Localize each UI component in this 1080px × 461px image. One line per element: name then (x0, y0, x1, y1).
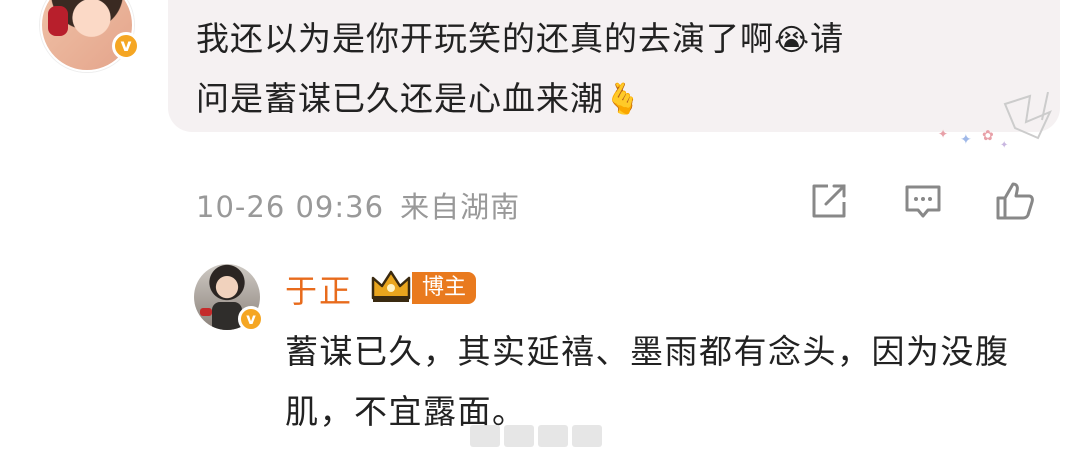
heart-hand-emoji: 🫰 (604, 82, 643, 117)
crying-face-emoji: 😭 (774, 22, 811, 58)
comment-location: 来自湖南 (400, 190, 521, 224)
share-icon[interactable] (808, 180, 850, 222)
avatar-red-detail (200, 308, 212, 316)
svg-text:✦: ✦ (1000, 140, 1008, 151)
blogger-badge: 博主 (412, 272, 477, 304)
crown-icon (371, 270, 411, 302)
comment-text-line1-tail: 请 (810, 19, 845, 58)
bubble-decoration-icon: ✦ ✦ ✿ ✦ (938, 92, 1052, 151)
avatar-hand-detail (48, 6, 68, 36)
like-icon[interactable] (994, 180, 1036, 222)
watermark-block (572, 425, 602, 447)
reply-verified-badge-icon: v (238, 306, 264, 332)
reply-text: 蓄谋已久，其实延禧、墨雨都有念头，因为没腹肌，不宜露面。 (285, 332, 1010, 431)
comment-text-line1: 我还以为是你开玩笑的还真的去演了啊 (196, 19, 774, 58)
svg-text:✿: ✿ (982, 128, 994, 144)
watermark-overlay (470, 423, 620, 449)
comment-meta: 10-26 09:36 来自湖南 (196, 184, 536, 226)
watermark-block (470, 425, 500, 447)
verified-badge-icon: v (112, 32, 140, 60)
reply-author-name[interactable]: 于正 (285, 266, 353, 312)
comment-icon[interactable] (902, 180, 944, 222)
watermark-block (504, 425, 534, 447)
comment-timestamp: 10-26 09:36 (196, 190, 385, 224)
comment-text: 我还以为是你开玩笑的还真的去演了啊😭请问是蓄谋已久还是心血来潮🫰 (196, 10, 1016, 129)
svg-text:✦: ✦ (938, 127, 948, 141)
svg-text:✦: ✦ (960, 132, 972, 148)
comment-text-line2: 问是蓄谋已久还是心血来潮 (196, 78, 604, 118)
watermark-block (538, 425, 568, 447)
